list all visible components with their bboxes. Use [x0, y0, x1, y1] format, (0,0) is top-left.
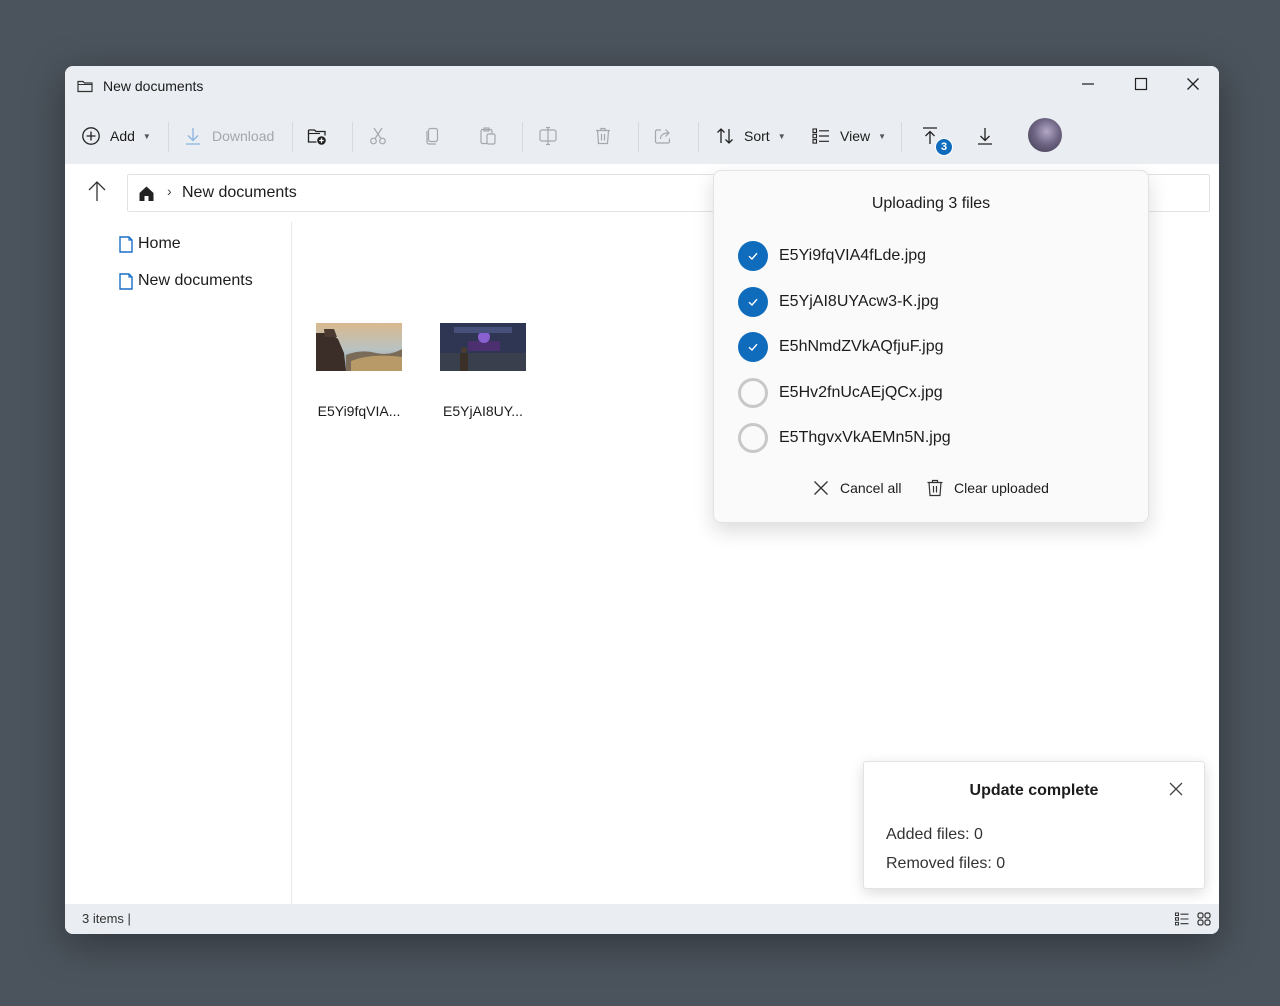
- checkmark-icon: [738, 241, 768, 271]
- upload-item-name: E5Hv2fnUcAEjQCx.jpg: [779, 384, 943, 401]
- cancel-all-label: Cancel all: [840, 480, 902, 496]
- upload-panel-title: Uploading 3 files: [871, 195, 991, 212]
- upload-item-name: E5ThgvxVkAEMn5N.jpg: [779, 429, 951, 446]
- delete-icon: [927, 479, 943, 497]
- sidebar-item-label: Home: [138, 235, 181, 252]
- upload-item: E5Yi9fqVIA4fLde.jpg: [738, 241, 926, 271]
- grid-view-icon[interactable]: [1197, 912, 1211, 926]
- pending-circle-icon: [738, 378, 768, 408]
- add-icon: [82, 127, 100, 145]
- close-icon[interactable]: [1168, 781, 1184, 797]
- cut-icon: [370, 127, 386, 145]
- document-icon: [119, 235, 133, 253]
- rename-icon: [539, 126, 557, 146]
- sidebar: Home New documents: [65, 222, 292, 904]
- upload-panel-actions: Cancel all Clear uploaded: [714, 477, 1148, 501]
- paste-icon: [480, 127, 496, 145]
- pending-circle-icon: [738, 423, 768, 453]
- chevron-down-icon: ▼: [878, 131, 887, 141]
- toast-title: Update complete: [969, 782, 1099, 799]
- sort-icon: [717, 128, 733, 144]
- maximize-button[interactable]: [1116, 66, 1166, 102]
- cancel-all-button[interactable]: Cancel all: [812, 479, 901, 497]
- download-label: Download: [212, 128, 275, 144]
- delete-button[interactable]: [593, 122, 613, 150]
- folder-icon: [77, 80, 93, 93]
- toolbar-divider: [352, 122, 353, 152]
- new-folder-button[interactable]: [307, 122, 327, 150]
- new-folder-icon: [307, 129, 326, 145]
- share-icon: [654, 129, 671, 144]
- upload-item-name: E5YjAI8UYAcw3-K.jpg: [779, 293, 939, 310]
- breadcrumb-item[interactable]: New documents: [182, 184, 297, 202]
- document-icon: [119, 272, 133, 290]
- toolbar-divider: [698, 122, 699, 152]
- download-icon: [186, 128, 200, 145]
- view-button[interactable]: View ▼: [811, 122, 886, 150]
- window-title: New documents: [103, 78, 204, 94]
- cut-button[interactable]: [368, 122, 388, 150]
- clear-uploaded-label: Clear uploaded: [954, 480, 1049, 496]
- status-bar: 3 items |: [65, 904, 1219, 934]
- upload-item: E5Hv2fnUcAEjQCx.jpg: [738, 378, 943, 408]
- delete-icon: [596, 127, 610, 145]
- file-name: E5YjAI8UY...: [443, 403, 523, 419]
- downloads-queue-button[interactable]: [975, 122, 995, 150]
- home-icon[interactable]: [138, 185, 155, 202]
- minimize-button[interactable]: [1063, 66, 1113, 102]
- upload-item: E5ThgvxVkAEMn5N.jpg: [738, 423, 951, 453]
- add-label: Add: [110, 128, 135, 144]
- upload-item-name: E5hNmdZVkAQfjuF.jpg: [779, 338, 944, 355]
- image-thumbnail: [440, 323, 526, 371]
- file-tile[interactable]: E5Yi9fqVIA...: [304, 323, 414, 419]
- sidebar-item-home[interactable]: Home: [119, 232, 181, 256]
- rename-button[interactable]: [538, 122, 558, 150]
- upload-count-badge: 3: [935, 138, 953, 156]
- download-button[interactable]: Download: [183, 122, 274, 150]
- image-thumbnail: [316, 323, 402, 371]
- toolbar-divider: [292, 122, 293, 152]
- copy-icon: [426, 127, 439, 145]
- file-name: E5Yi9fqVIA...: [317, 403, 401, 419]
- minimize-icon: [1082, 83, 1094, 85]
- sort-label: Sort: [744, 128, 770, 144]
- navigate-up-button[interactable]: [87, 180, 107, 202]
- upload-item: E5YjAI8UYAcw3-K.jpg: [738, 287, 939, 317]
- sidebar-item-label: New documents: [138, 272, 253, 289]
- close-button[interactable]: [1168, 66, 1218, 102]
- user-avatar[interactable]: [1028, 118, 1062, 152]
- chevron-down-icon: ▼: [777, 131, 786, 141]
- toolbar-divider: [168, 122, 169, 152]
- upload-item: E5hNmdZVkAQfjuF.jpg: [738, 332, 944, 362]
- item-count: 3 items |: [82, 911, 131, 926]
- checkmark-icon: [738, 332, 768, 362]
- removed-files-text: Removed files: 0: [886, 855, 1006, 872]
- toolbar-divider: [638, 122, 639, 152]
- upload-panel: Uploading 3 files E5Yi9fqVIA4fLde.jpg E5…: [713, 170, 1149, 523]
- clear-uploaded-button[interactable]: Clear uploaded: [926, 479, 1049, 497]
- update-complete-toast: Update complete Added files: 0 Removed f…: [863, 761, 1205, 889]
- added-files-text: Added files: 0: [886, 826, 983, 843]
- chevron-down-icon: ▼: [142, 131, 151, 141]
- file-tile[interactable]: E5YjAI8UY...: [428, 323, 538, 419]
- toolbar-divider: [901, 122, 902, 152]
- copy-button[interactable]: [423, 122, 443, 150]
- view-label: View: [840, 128, 871, 144]
- details-view-icon[interactable]: [1175, 912, 1189, 926]
- view-icon: [812, 128, 829, 144]
- add-button[interactable]: Add ▼: [81, 122, 151, 150]
- sidebar-item-new-documents[interactable]: New documents: [119, 269, 253, 293]
- paste-button[interactable]: [478, 122, 498, 150]
- share-button[interactable]: [653, 122, 673, 150]
- close-icon: [814, 481, 828, 495]
- maximize-icon: [1134, 77, 1148, 91]
- title-bar: New documents: [65, 66, 1219, 108]
- close-icon: [1187, 78, 1199, 90]
- breadcrumb-chevron-icon: ›: [167, 183, 172, 199]
- upload-item-name: E5Yi9fqVIA4fLde.jpg: [779, 247, 927, 264]
- sort-button[interactable]: Sort ▼: [715, 122, 786, 150]
- toolbar-divider: [522, 122, 523, 152]
- downloads-icon: [978, 128, 992, 145]
- checkmark-icon: [738, 287, 768, 317]
